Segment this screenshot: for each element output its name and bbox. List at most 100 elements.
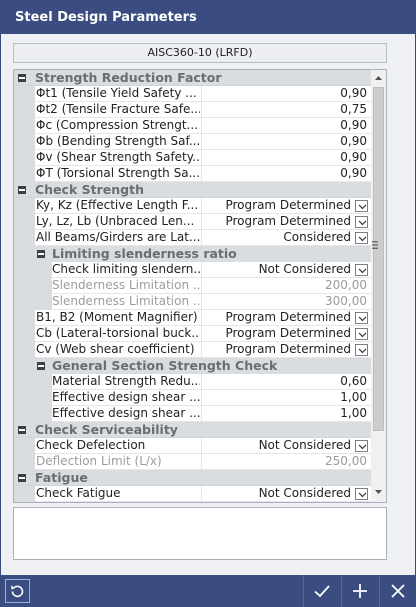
steel-design-parameters-dialog: Steel Design Parameters AISC360-10 (LRFD…: [0, 0, 416, 607]
category-label: Check Serviceability: [35, 422, 178, 437]
property-value[interactable]: 1,00: [204, 406, 367, 421]
category-strength-reduction[interactable]: Strength Reduction Factor: [14, 70, 371, 86]
refresh-icon[interactable]: [5, 579, 30, 603]
vertical-scrollbar[interactable]: [371, 70, 386, 502]
collapse-icon[interactable]: [37, 250, 45, 258]
property-name: Φc (Compression Strengt...: [36, 118, 198, 132]
design-code-field[interactable]: AISC360-10 (LRFD): [13, 43, 387, 63]
property-value: 250,00: [325, 454, 367, 468]
collapse-icon[interactable]: [18, 74, 26, 82]
property-value[interactable]: 0,90: [204, 166, 367, 181]
property-row[interactable]: Φt2 (Tensile Fracture Safe... 0,75: [14, 102, 371, 118]
property-row-disabled: Slenderness Limitation ... 300,00: [14, 294, 371, 310]
property-name: Φv (Shear Strength Safety...: [36, 150, 200, 164]
property-value[interactable]: Not Considered: [204, 262, 351, 277]
property-value[interactable]: Program Determined: [204, 214, 351, 229]
property-value[interactable]: 0,75: [204, 102, 367, 117]
chevron-down-icon[interactable]: [355, 488, 368, 500]
category-check-strength[interactable]: Check Strength: [14, 182, 371, 198]
property-row[interactable]: Check Defelection Not Considered: [14, 438, 371, 454]
property-value[interactable]: 0,90: [204, 150, 367, 165]
property-name: Check Defelection: [36, 438, 146, 452]
category-fatigue[interactable]: Fatigue: [14, 470, 371, 486]
property-value: 300,00: [325, 294, 367, 308]
property-row-disabled: Deflection Limit (L/x) 250,00: [14, 454, 371, 470]
checkmark-icon[interactable]: [303, 575, 339, 607]
close-icon[interactable]: [379, 575, 415, 607]
property-name: Φt1 (Tensile Yield Safety ...: [36, 86, 197, 100]
description-panel: [13, 507, 387, 560]
chevron-down-icon[interactable]: [355, 264, 368, 276]
property-row[interactable]: All Beams/Girders are Lat... Considered: [14, 230, 371, 246]
property-name: Ly, Lz, Lb (Unbraced Len...: [36, 214, 195, 228]
chevron-down-icon[interactable]: [355, 312, 368, 324]
property-row[interactable]: Φt1 (Tensile Yield Safety ... 0,90: [14, 86, 371, 102]
chevron-down-icon[interactable]: [355, 232, 368, 244]
property-name: Φb (Bending Strength Saf...: [36, 134, 200, 148]
property-row-partial: [14, 502, 371, 503]
chevron-down-icon[interactable]: [355, 200, 368, 212]
property-row[interactable]: Φv (Shear Strength Safety... 0,90: [14, 150, 371, 166]
property-value[interactable]: 0,90: [204, 86, 367, 101]
property-row[interactable]: Material Strength Redu... 0,60: [14, 374, 371, 390]
plus-icon[interactable]: [341, 575, 377, 607]
chevron-down-icon[interactable]: [355, 328, 368, 340]
collapse-icon[interactable]: [18, 186, 26, 194]
property-row[interactable]: ΦT (Torsional Strength Sa... 0,90: [14, 166, 371, 182]
property-row[interactable]: Effective design shear ... 1,00: [14, 390, 371, 406]
splitter-grip-icon[interactable]: [372, 238, 378, 249]
category-label: Check Strength: [35, 182, 144, 197]
property-row[interactable]: B1, B2 (Moment Magnifier) Program Determi…: [14, 310, 371, 326]
property-name: ΦT (Torsional Strength Sa...: [36, 166, 200, 180]
scroll-down-icon[interactable]: [371, 486, 386, 501]
property-value[interactable]: Not Considered: [204, 438, 351, 453]
property-name: Cb (Lateral-torsional buck...: [36, 326, 200, 340]
property-row[interactable]: Φb (Bending Strength Saf... 0,90: [14, 134, 371, 150]
property-name: Slenderness Limitation ...: [52, 278, 200, 292]
property-name: Effective design shear ...: [52, 390, 200, 404]
property-value[interactable]: 1,00: [204, 390, 367, 405]
property-row[interactable]: Cb (Lateral-torsional buck... Program Det…: [14, 326, 371, 342]
property-name: Slenderness Limitation ...: [52, 294, 200, 308]
property-row[interactable]: Check Fatigue Not Considered: [14, 486, 371, 502]
property-row[interactable]: Check limiting slendern... Not Considered: [14, 262, 371, 278]
bottom-toolbar: [1, 575, 415, 607]
property-row[interactable]: Ky, Kz (Effective Length F... Program Det…: [14, 198, 371, 214]
property-value[interactable]: Not Considered: [204, 486, 351, 501]
property-value[interactable]: 0,90: [204, 118, 367, 133]
property-name: Check limiting slendern...: [52, 262, 200, 276]
property-value[interactable]: 0,90: [204, 134, 367, 149]
category-general-section[interactable]: General Section Strength Check: [14, 358, 371, 374]
collapse-icon[interactable]: [37, 362, 45, 370]
collapse-icon[interactable]: [18, 474, 26, 482]
property-value[interactable]: 0,60: [204, 374, 367, 389]
property-name: Cv (Web shear coefficient): [36, 342, 195, 356]
property-grid: Strength Reduction Factor Φt1 (Tensile Y…: [13, 69, 387, 503]
collapse-icon[interactable]: [18, 426, 26, 434]
property-value: 200,00: [325, 278, 367, 292]
scroll-up-icon[interactable]: [371, 72, 386, 87]
property-value[interactable]: Program Determined: [204, 198, 351, 213]
property-name: B1, B2 (Moment Magnifier): [36, 310, 198, 324]
property-name: Effective design shear ...: [52, 406, 200, 420]
category-limiting-slenderness[interactable]: Limiting slenderness ratio: [14, 246, 371, 262]
property-value[interactable]: Program Determined: [204, 342, 351, 357]
scrollbar-thumb[interactable]: [373, 87, 384, 431]
chevron-down-icon[interactable]: [355, 216, 368, 228]
category-label: Limiting slenderness ratio: [52, 246, 237, 261]
chevron-down-icon[interactable]: [355, 344, 368, 356]
property-row[interactable]: Effective design shear ... 1,00: [14, 406, 371, 422]
property-value[interactable]: Program Determined: [204, 310, 351, 325]
property-name: Check Fatigue: [36, 486, 121, 500]
property-row-disabled: Slenderness Limitation ... 200,00: [14, 278, 371, 294]
property-grid-rows: Strength Reduction Factor Φt1 (Tensile Y…: [14, 70, 371, 503]
category-label: General Section Strength Check: [52, 358, 278, 373]
category-check-serviceability[interactable]: Check Serviceability: [14, 422, 371, 438]
property-row[interactable]: Ly, Lz, Lb (Unbraced Len... Program Deter…: [14, 214, 371, 230]
property-name: Ky, Kz (Effective Length F...: [36, 198, 199, 212]
property-row[interactable]: Φc (Compression Strengt... 0,90: [14, 118, 371, 134]
property-value[interactable]: Program Determined: [204, 326, 351, 341]
property-value[interactable]: Considered: [204, 230, 351, 245]
chevron-down-icon[interactable]: [355, 440, 368, 452]
property-row[interactable]: Cv (Web shear coefficient) Program Determ…: [14, 342, 371, 358]
